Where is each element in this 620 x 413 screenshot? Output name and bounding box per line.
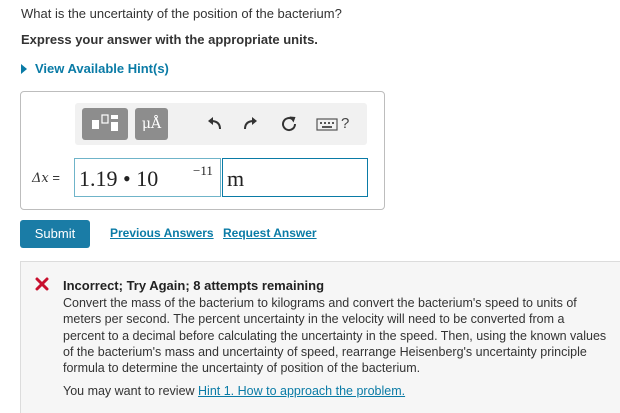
question-text: What is the uncertainty of the position …	[21, 6, 342, 21]
review-prefix: You may want to review	[63, 384, 199, 398]
variable-label: Δx =	[32, 170, 60, 186]
value-exponent: −11	[193, 163, 213, 178]
view-hints-link[interactable]: View Available Hint(s)	[21, 61, 169, 76]
unit-input[interactable]: m	[222, 158, 368, 197]
templates-icon	[92, 114, 118, 131]
value-input[interactable]: 1.19 • 10 −11	[74, 158, 221, 197]
incorrect-x-icon	[35, 277, 49, 291]
variable-symbol: Δx	[32, 171, 49, 186]
feedback-title: Incorrect; Try Again; 8 attempts remaini…	[63, 278, 325, 293]
value-mantissa: 1.19 • 10	[79, 166, 159, 191]
feedback-panel: Incorrect; Try Again; 8 attempts remaini…	[20, 261, 620, 413]
feedback-body: Convert the mass of the bacterium to kil…	[63, 296, 607, 376]
math-toolbar: μÅ ?	[75, 103, 367, 145]
units-button[interactable]: μÅ	[135, 108, 168, 140]
equals-sign: =	[48, 170, 60, 185]
unit-value: m	[227, 166, 245, 191]
submit-button[interactable]: Submit	[20, 220, 90, 248]
help-icon[interactable]: ?	[341, 115, 349, 132]
units-button-label: μÅ	[141, 116, 162, 132]
expand-triangle-icon	[21, 64, 27, 74]
feedback-review: You may want to review Hint 1. How to ap…	[63, 384, 405, 398]
hint-link[interactable]: Hint 1. How to approach the problem.	[198, 384, 405, 398]
instruction-text: Express your answer with the appropriate…	[21, 32, 318, 47]
templates-button[interactable]	[82, 108, 128, 140]
answer-box: μÅ ? Δx = 1.19 • 10 −11 m	[20, 91, 385, 210]
request-answer-link[interactable]: Request Answer	[223, 226, 317, 240]
view-hints-label: View Available Hint(s)	[35, 61, 169, 76]
redo-icon[interactable]	[241, 115, 259, 133]
undo-icon[interactable]	[206, 115, 224, 133]
previous-answers-link[interactable]: Previous Answers	[110, 226, 214, 240]
reset-icon[interactable]	[280, 115, 298, 133]
keyboard-icon[interactable]	[316, 115, 338, 133]
